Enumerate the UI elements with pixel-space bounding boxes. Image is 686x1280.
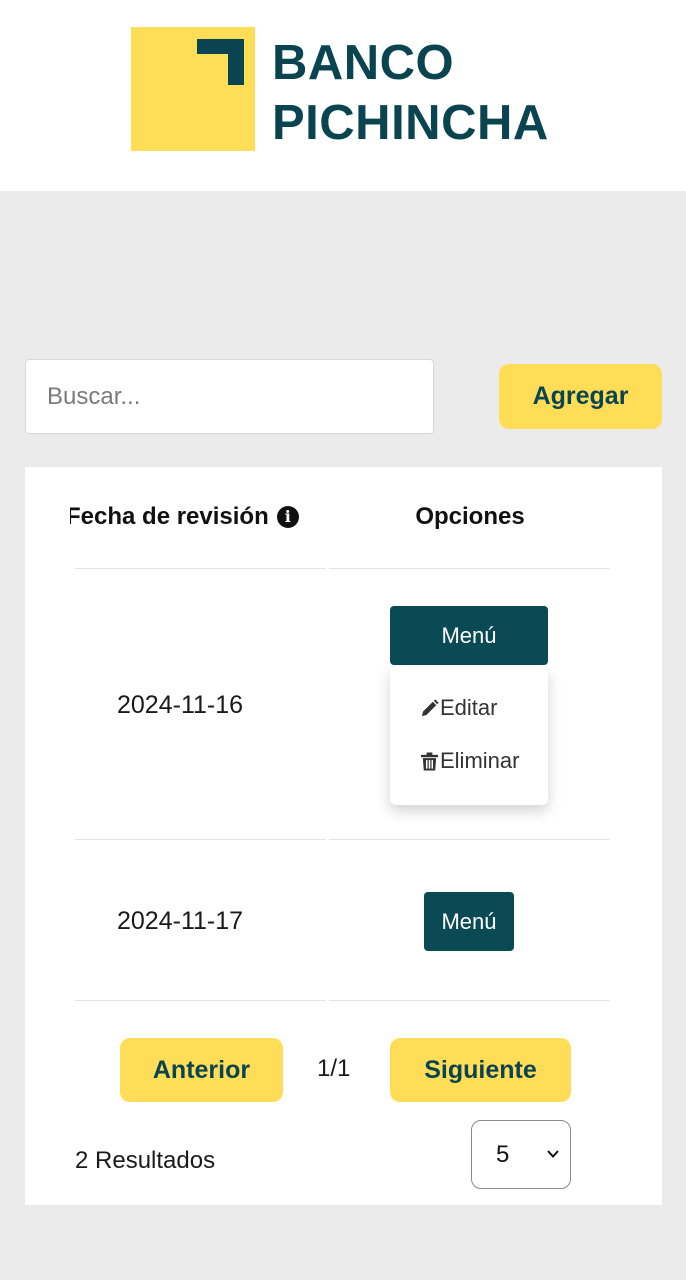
column-header-date: Fecha de revisión i bbox=[70, 467, 330, 567]
edit-menu-item[interactable]: Editar bbox=[420, 695, 497, 721]
logo-line-1: BANCO bbox=[272, 36, 455, 90]
divider bbox=[75, 568, 326, 569]
previous-page-button[interactable]: Anterior bbox=[120, 1038, 283, 1102]
edit-label: Editar bbox=[440, 695, 498, 720]
logo-mark-icon bbox=[197, 39, 244, 85]
logo-text: BANCO PICHINCHA bbox=[272, 33, 549, 153]
chevron-down-icon bbox=[547, 1150, 559, 1158]
page-indicator: 1/1 bbox=[317, 1055, 351, 1082]
column-header-date-label: Fecha de revisión bbox=[70, 503, 269, 530]
page-size-value: 5 bbox=[496, 1140, 510, 1168]
logo-line-2: PICHINCHA bbox=[272, 96, 549, 150]
row-2-date: 2024-11-17 bbox=[117, 907, 244, 935]
column-header-options: Opciones bbox=[415, 503, 525, 530]
row-1-menu-button[interactable]: Menú bbox=[390, 606, 548, 665]
info-icon[interactable]: i bbox=[276, 506, 299, 528]
results-card: Fecha de revisión i Opciones 2024-11-16 … bbox=[25, 467, 662, 1205]
results-count: 2 Resultados bbox=[75, 1147, 216, 1174]
delete-label: Eliminar bbox=[440, 748, 520, 773]
row-1-dropdown-menu: Editar Eliminar bbox=[390, 667, 548, 805]
divider bbox=[329, 1000, 610, 1001]
row-2-menu-button[interactable]: Menú bbox=[424, 892, 514, 951]
search-input[interactable] bbox=[25, 359, 434, 434]
header: BANCO PICHINCHA bbox=[0, 0, 686, 191]
pencil-icon bbox=[421, 698, 439, 716]
add-button[interactable]: Agregar bbox=[499, 364, 662, 429]
row-1-date: 2024-11-16 bbox=[117, 691, 244, 719]
logo-square bbox=[131, 27, 255, 151]
delete-menu-item[interactable]: Eliminar bbox=[420, 748, 519, 774]
divider bbox=[329, 839, 610, 840]
page-size-select[interactable]: 5 bbox=[471, 1120, 571, 1189]
divider bbox=[75, 1000, 326, 1001]
divider bbox=[329, 568, 610, 569]
divider bbox=[75, 839, 326, 840]
trash-icon bbox=[420, 751, 439, 771]
next-page-button[interactable]: Siguiente bbox=[390, 1038, 571, 1102]
